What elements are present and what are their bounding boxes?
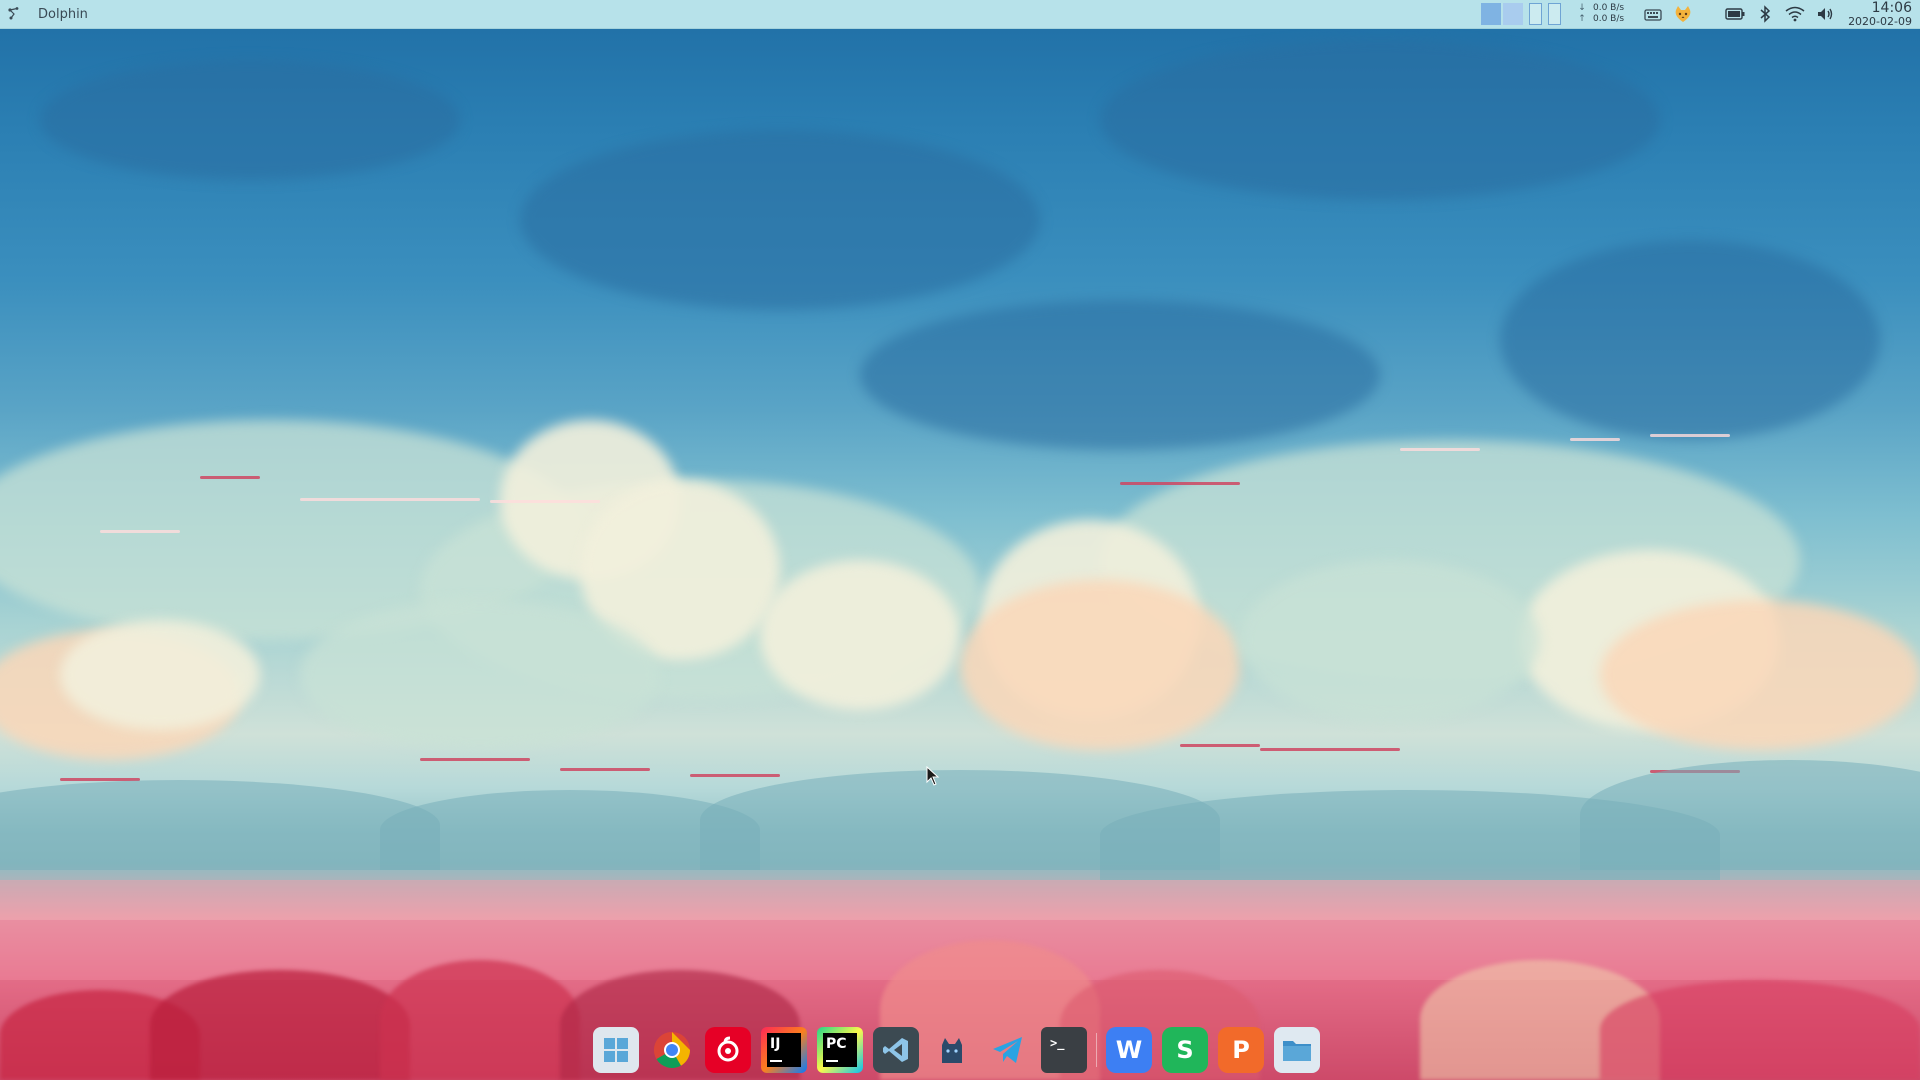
cat-icon[interactable] <box>1672 3 1694 25</box>
virtual-desktop-3[interactable] <box>1528 3 1542 25</box>
pycharm-icon[interactable]: PC <box>817 1027 863 1073</box>
mouse-cursor-icon <box>926 765 940 790</box>
cat-app-icon[interactable] <box>929 1027 975 1073</box>
clock-date: 2020-02-09 <box>1848 14 1912 28</box>
virtual-desktop-pager <box>1480 3 1563 25</box>
upload-arrow-icon: ↑ <box>1578 14 1586 24</box>
file-manager-icon[interactable] <box>1274 1027 1320 1073</box>
top-panel: Dolphin ↓ 0.0 B/s ↑ 0.0 B/s 14:06 2020-0… <box>0 0 1920 29</box>
clock[interactable]: 14:06 2020-02-09 <box>1848 1 1912 28</box>
terminal-icon[interactable]: >_ <box>1041 1027 1087 1073</box>
upload-speed: 0.0 B/s <box>1592 14 1625 24</box>
wifi-icon[interactable] <box>1784 3 1806 25</box>
wps-presentation-icon[interactable]: P <box>1218 1027 1264 1073</box>
keyboard-icon[interactable] <box>1642 3 1664 25</box>
chrome-icon[interactable] <box>649 1027 695 1073</box>
volume-icon[interactable] <box>1814 3 1836 25</box>
panel-tray-area: ↓ 0.0 B/s ↑ 0.0 B/s 14:06 2020-02-09 <box>1480 0 1912 28</box>
wps-writer-icon[interactable]: W <box>1106 1027 1152 1073</box>
dock-separator <box>1096 1033 1097 1067</box>
vscode-icon[interactable] <box>873 1027 919 1073</box>
battery-icon[interactable] <box>1724 3 1746 25</box>
download-arrow-icon: ↓ <box>1578 3 1586 13</box>
virtual-desktop-4[interactable] <box>1547 3 1561 25</box>
virtual-desktop-2[interactable] <box>1502 3 1523 25</box>
app-launcher-icon[interactable] <box>0 0 28 28</box>
active-window-title: Dolphin <box>38 6 88 22</box>
desktop[interactable]: Dolphin ↓ 0.0 B/s ↑ 0.0 B/s 14:06 2020-0… <box>0 0 1920 1080</box>
telegram-icon[interactable] <box>985 1027 1031 1073</box>
bluetooth-icon[interactable] <box>1754 3 1776 25</box>
dock: IJ PC >_ W S P <box>588 1020 1325 1080</box>
intellij-idea-icon[interactable]: IJ <box>761 1027 807 1073</box>
virtual-desktop-1[interactable] <box>1480 3 1501 25</box>
windows-start-icon[interactable] <box>593 1027 639 1073</box>
wps-spreadsheet-icon[interactable]: S <box>1162 1027 1208 1073</box>
clock-time: 14:06 <box>1871 0 1912 16</box>
netease-music-icon[interactable] <box>705 1027 751 1073</box>
download-speed: 0.0 B/s <box>1592 3 1625 13</box>
network-speed-monitor[interactable]: ↓ 0.0 B/s ↑ 0.0 B/s <box>1577 3 1624 25</box>
